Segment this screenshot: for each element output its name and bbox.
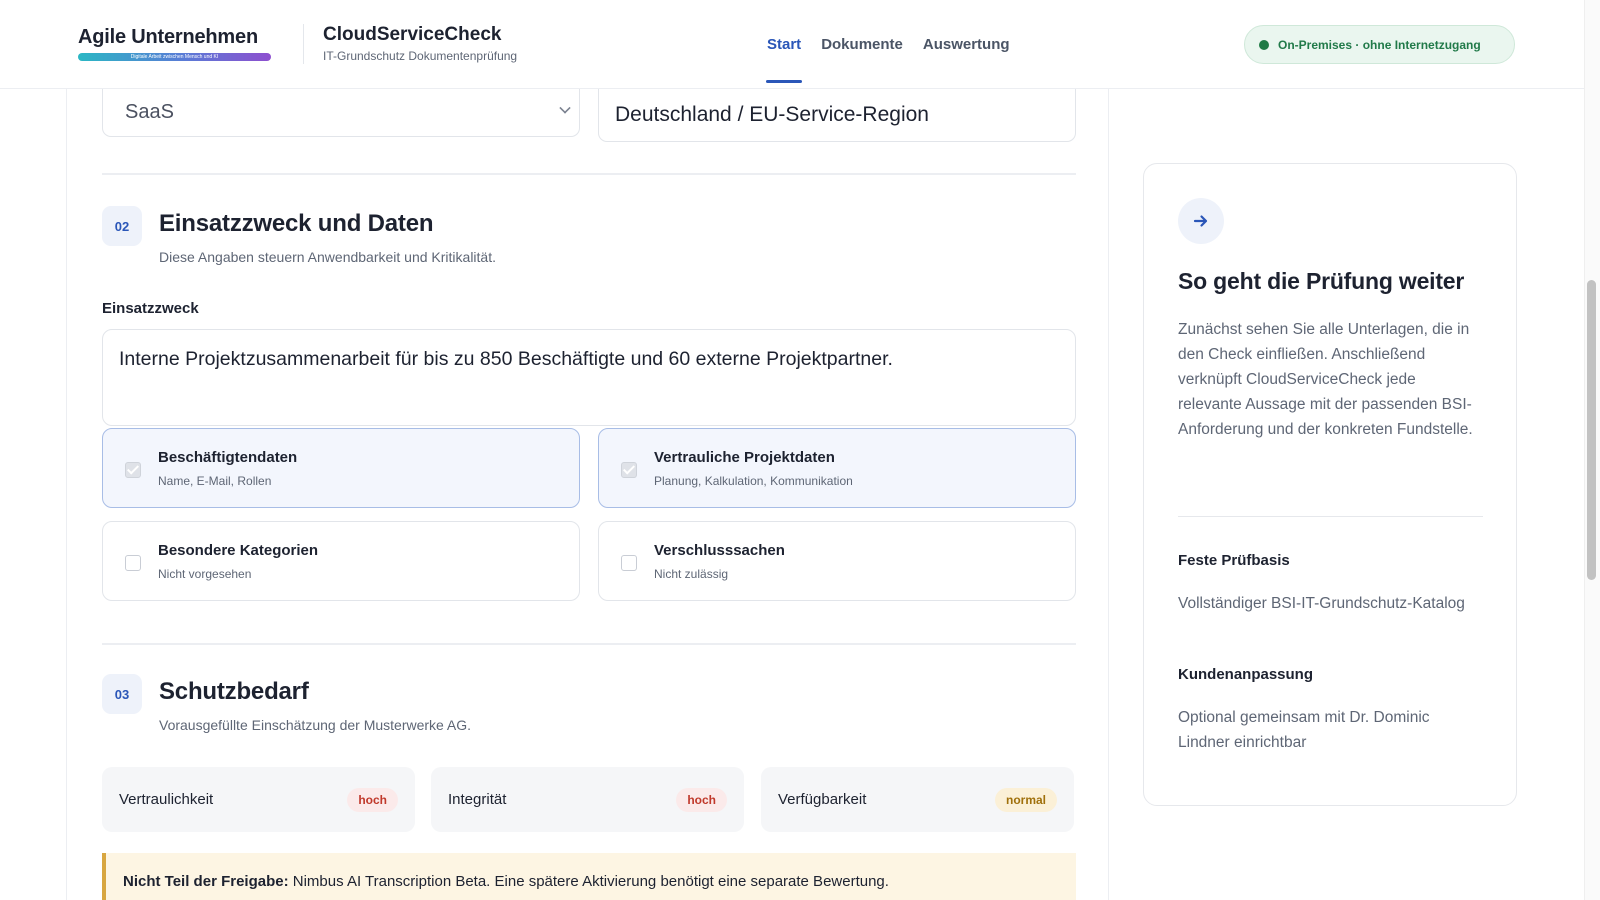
- section-title: Einsatzzweck und Daten: [159, 210, 434, 237]
- nav-dokumente[interactable]: Dokumente: [821, 0, 903, 88]
- protection-integrity[interactable]: Integrität hoch: [431, 767, 744, 832]
- nav-start[interactable]: Start: [765, 0, 803, 88]
- option-subtitle: Nicht zulässig: [654, 567, 729, 581]
- basis-label: Feste Prüfbasis: [1178, 552, 1290, 569]
- chevron-down-icon: [559, 102, 571, 114]
- option-subtitle: Nicht vorgesehen: [158, 567, 252, 581]
- option-title: Vertrauliche Projektdaten: [654, 449, 835, 466]
- checkbox[interactable]: [621, 555, 637, 571]
- option-confidential-project-data[interactable]: Vertrauliche Projektdaten Planung, Kalku…: [598, 428, 1076, 508]
- protection-label: Verfügbarkeit: [778, 791, 867, 808]
- status-badge: On-Premises · ohne Internetzugang: [1244, 25, 1515, 64]
- brand-logo[interactable]: Agile Unternehmen Digitale Arbeit zwisch…: [78, 26, 273, 61]
- option-title: Verschlusssachen: [654, 542, 785, 559]
- next-steps-card: So geht die Prüfung weiter Zunächst sehe…: [1143, 163, 1517, 806]
- arrow-right-icon: [1178, 198, 1224, 244]
- section-divider: [102, 643, 1076, 645]
- status-dot-icon: [1259, 39, 1269, 50]
- option-subtitle: Planung, Kalkulation, Kommunikation: [654, 474, 853, 488]
- protection-label: Vertraulichkeit: [119, 791, 214, 808]
- app-title-block: CloudServiceCheck IT-Grundschutz Dokumen…: [323, 24, 517, 63]
- basis-value: Vollständiger BSI-IT-Grundschutz-Katalog: [1178, 595, 1465, 612]
- service-model-select[interactable]: SaaS: [102, 89, 580, 137]
- status-text: On-Premises · ohne Internetzugang: [1278, 37, 1481, 52]
- section-title: Schutzbedarf: [159, 678, 309, 705]
- checkbox[interactable]: [125, 555, 141, 571]
- section-number-badge: 03: [102, 674, 142, 714]
- option-title: Besondere Kategorien: [158, 542, 319, 559]
- note-strong: Nicht Teil der Freigabe:: [123, 873, 289, 890]
- region-field[interactable]: Deutschland / EU-Service-Region: [598, 89, 1076, 142]
- brand-tagline-bar: Digitale Arbeit zwischen Mensch und KI: [78, 53, 271, 61]
- next-steps-text: Zunächst sehen Sie alle Unterlagen, die …: [1178, 321, 1473, 438]
- option-special-categories[interactable]: Besondere Kategorien Nicht vorgesehen: [102, 521, 580, 601]
- protection-availability[interactable]: Verfügbarkeit normal: [761, 767, 1074, 832]
- protection-level-badge: hoch: [347, 787, 398, 812]
- note-text: Nimbus AI Transcription Beta. Eine späte…: [288, 873, 889, 890]
- nav-auswertung[interactable]: Auswertung: [923, 0, 1010, 88]
- section-subtitle: Diese Angaben steuern Anwendbarkeit und …: [159, 249, 496, 265]
- purpose-label: Einsatzzweck: [102, 300, 199, 317]
- protection-confidentiality[interactable]: Vertraulichkeit hoch: [102, 767, 415, 832]
- protection-level-badge: normal: [994, 787, 1057, 812]
- exclusion-note: Nicht Teil der Freigabe: Nimbus AI Trans…: [102, 853, 1076, 900]
- service-model-value: SaaS: [125, 101, 174, 123]
- option-subtitle: Name, E-Mail, Rollen: [158, 474, 272, 488]
- protection-level-badge: hoch: [676, 787, 727, 812]
- card-divider: [1178, 516, 1483, 517]
- customization-label: Kundenanpassung: [1178, 666, 1314, 683]
- header-divider: [303, 24, 304, 64]
- main-panel: SaaS Deutschland / EU-Service-Region 02 …: [66, 89, 1109, 900]
- option-title: Beschäftigtendaten: [158, 449, 298, 466]
- customization-value: Optional gemeinsam mit Dr. Dominic Lindn…: [1178, 709, 1430, 751]
- option-classified-information[interactable]: Verschlusssachen Nicht zulässig: [598, 521, 1076, 601]
- checkbox[interactable]: [125, 462, 141, 478]
- section-number-badge: 02: [102, 206, 142, 246]
- brand-name: Agile Unternehmen: [78, 26, 258, 48]
- region-value: Deutschland / EU-Service-Region: [615, 103, 929, 126]
- section-subtitle: Vorausgefüllte Einschätzung der Musterwe…: [159, 717, 472, 733]
- top-bar: Agile Unternehmen Digitale Arbeit zwisch…: [0, 0, 1584, 89]
- main-nav: Start Dokumente Auswertung: [765, 0, 1030, 88]
- purpose-textarea[interactable]: Interne Projektzusammenarbeit für bis zu…: [102, 329, 1076, 426]
- checkbox[interactable]: [621, 462, 637, 478]
- app-name: CloudServiceCheck: [323, 24, 502, 45]
- section-divider: [102, 173, 1076, 175]
- scrollbar-thumb[interactable]: [1587, 280, 1596, 580]
- app-subtitle: IT-Grundschutz Dokumentenprüfung: [323, 49, 518, 63]
- option-employee-data[interactable]: Beschäftigtendaten Name, E-Mail, Rollen: [102, 428, 580, 508]
- protection-label: Integrität: [448, 791, 507, 808]
- next-steps-title: So geht die Prüfung weiter: [1178, 268, 1465, 294]
